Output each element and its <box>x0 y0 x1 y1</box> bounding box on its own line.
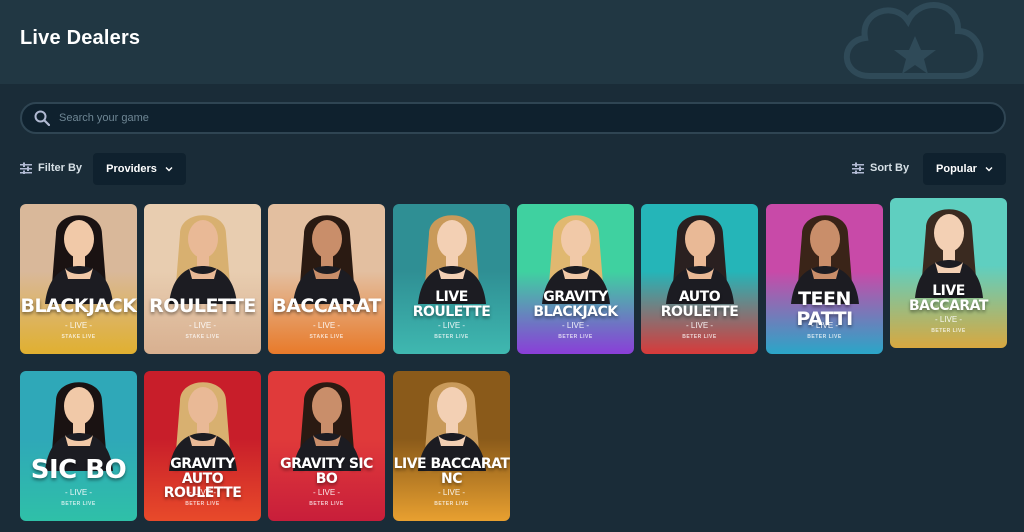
dealer-image <box>666 215 734 304</box>
provider-brand: BETER LIVE <box>807 334 842 340</box>
dealer-image <box>418 215 486 304</box>
game-title: LIVE BACCARAT NC <box>393 456 510 487</box>
provider-brand: STAKE LIVE <box>185 334 220 340</box>
game-title: AUTO ROULETTE <box>660 289 739 320</box>
game-card-gravity-blackjack[interactable]: GRAVITY BLACKJACK - LIVE - BETER LIVE <box>517 204 634 354</box>
providers-label: Providers <box>106 163 157 175</box>
live-tag: - LIVE - <box>437 321 466 330</box>
game-card-live-baccarat-nc[interactable]: LIVE BACCARAT NC - LIVE - BETER LIVE <box>393 371 510 521</box>
filter-label: Filter By <box>20 162 82 174</box>
provider-brand: BETER LIVE <box>931 328 966 334</box>
game-card-sic-bo[interactable]: SIC BO - LIVE - BETER LIVE <box>20 371 137 521</box>
provider-brand: STAKE LIVE <box>61 334 96 340</box>
provider-brand: STAKE LIVE <box>309 334 344 340</box>
dealer-image <box>45 215 113 304</box>
filter-label-text: Filter By <box>38 162 83 174</box>
game-title: ROULETTE <box>149 295 256 317</box>
search-icon <box>34 110 50 126</box>
game-card-baccarat[interactable]: BACCARAT - LIVE - STAKE LIVE <box>268 204 385 354</box>
page-header: Live Dealers <box>0 0 1024 84</box>
dealer-image <box>169 215 237 304</box>
provider-brand: BETER LIVE <box>61 501 96 507</box>
live-tag: - LIVE - <box>64 488 93 497</box>
page-title: Live Dealers <box>20 27 141 49</box>
sort-label: Sort By <box>852 162 909 174</box>
game-title: SIC BO <box>30 455 127 485</box>
game-title: BLACKJACK <box>20 295 137 317</box>
game-card-gravity-sic-bo[interactable]: GRAVITY SIC BO - LIVE - BETER LIVE <box>268 371 385 521</box>
live-tag: - LIVE - <box>188 321 217 330</box>
dealer-image <box>418 382 486 471</box>
game-card-auto-roulette[interactable]: AUTO ROULETTE - LIVE - BETER LIVE <box>641 204 758 354</box>
game-card-teen-patti[interactable]: TEEN PATTI - LIVE - BETER LIVE <box>766 204 883 354</box>
provider-brand: BETER LIVE <box>309 501 344 507</box>
game-card-roulette[interactable]: ROULETTE - LIVE - STAKE LIVE <box>144 204 261 354</box>
provider-brand: BETER LIVE <box>434 501 469 507</box>
provider-brand: BETER LIVE <box>682 334 717 340</box>
sort-selected: Popular <box>936 163 977 175</box>
game-title: LIVE ROULETTE <box>412 289 491 320</box>
live-tag: - LIVE - <box>64 321 93 330</box>
sliders-icon <box>852 162 864 174</box>
game-title: GRAVITY SIC BO <box>280 456 373 487</box>
chevron-down-icon <box>985 167 993 172</box>
providers-dropdown[interactable]: Providers <box>93 153 186 185</box>
game-title: LIVE BACCARAT <box>909 283 988 314</box>
live-tag: - LIVE - <box>312 321 341 330</box>
dealer-image <box>542 215 610 304</box>
game-card-blackjack[interactable]: BLACKJACK - LIVE - STAKE LIVE <box>20 204 137 354</box>
game-card-live-baccarat[interactable]: LIVE BACCARAT - LIVE - BETER LIVE <box>890 198 1007 348</box>
sort-label-text: Sort By <box>870 162 910 174</box>
search-bar[interactable] <box>20 102 1006 134</box>
sort-dropdown[interactable]: Popular <box>923 153 1006 185</box>
dealer-image <box>45 382 113 471</box>
dealer-image <box>791 215 859 304</box>
provider-brand: BETER LIVE <box>185 501 220 507</box>
live-tag: - LIVE - <box>934 315 963 324</box>
game-title: GRAVITY BLACKJACK <box>533 289 618 320</box>
live-tag: - LIVE - <box>188 488 217 497</box>
provider-brand: BETER LIVE <box>558 334 593 340</box>
star-cloud-icon <box>843 2 984 79</box>
game-card-live-roulette[interactable]: LIVE ROULETTE - LIVE - BETER LIVE <box>393 204 510 354</box>
sliders-icon <box>20 162 32 174</box>
search-input[interactable] <box>59 112 959 124</box>
live-tag: - LIVE - <box>437 488 466 497</box>
live-tag: - LIVE - <box>685 321 714 330</box>
provider-brand: BETER LIVE <box>434 334 469 340</box>
live-tag: - LIVE - <box>810 321 839 330</box>
dealer-image <box>915 209 983 298</box>
game-title: BACCARAT <box>272 295 381 317</box>
live-tag: - LIVE - <box>312 488 341 497</box>
live-tag: - LIVE - <box>561 321 590 330</box>
dealer-image <box>293 215 361 304</box>
dealer-image <box>293 382 361 471</box>
game-card-gravity-auto-roulette[interactable]: GRAVITY AUTO ROULETTE - LIVE - BETER LIVE <box>144 371 261 521</box>
chevron-down-icon <box>165 167 173 172</box>
